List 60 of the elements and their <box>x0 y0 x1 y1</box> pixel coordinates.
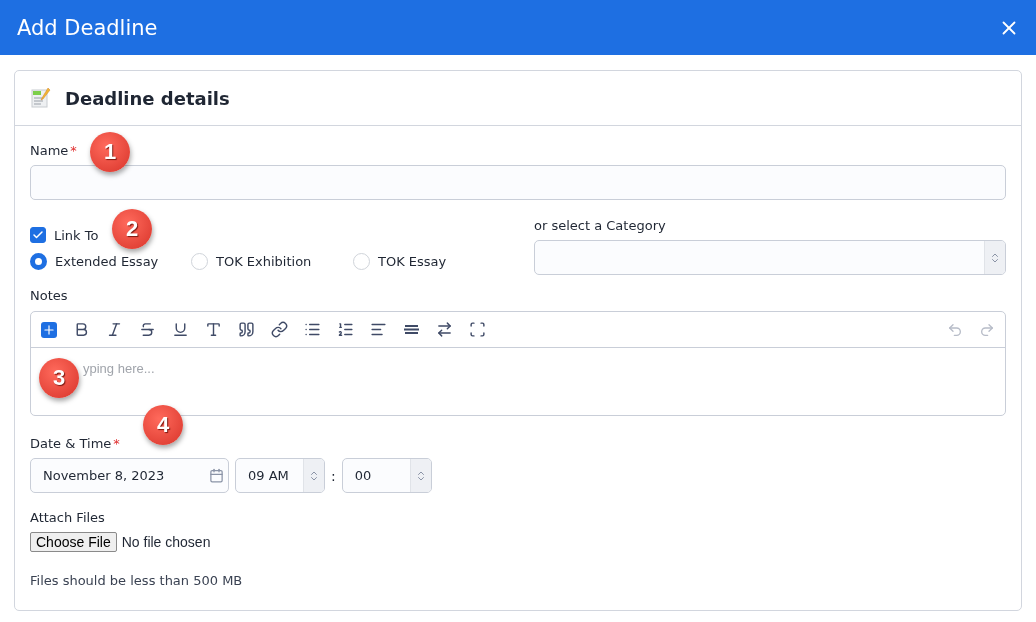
radio-label: Extended Essay <box>55 254 159 269</box>
text-size-icon <box>205 321 222 338</box>
toolbar-button[interactable] <box>106 321 123 338</box>
notepad-icon <box>31 87 51 109</box>
redo-icon <box>979 321 995 338</box>
field-label: Name* <box>30 143 77 158</box>
toolbar-button[interactable] <box>436 321 453 338</box>
callout-badge: 3 <box>39 358 79 398</box>
toolbar-button[interactable] <box>469 321 486 338</box>
date-field[interactable]: November 8, 2023 <box>30 458 229 493</box>
horizontal-rule-icon <box>403 325 420 334</box>
checkmark-icon <box>32 229 44 241</box>
strikethrough-icon <box>139 321 156 338</box>
quote-icon <box>238 321 255 338</box>
toolbar-button[interactable] <box>172 321 189 338</box>
italic-icon <box>106 321 123 338</box>
field-label: Date & Time* <box>30 436 120 451</box>
underline-icon <box>172 321 189 338</box>
toolbar-button[interactable] <box>271 321 288 338</box>
arrows-icon <box>436 321 453 338</box>
required-mark: * <box>113 436 120 451</box>
dialog-title: Add Deadline <box>17 15 158 40</box>
checkbox-label: Link To <box>54 227 99 243</box>
field-label: Attach Files <box>30 510 106 525</box>
minute-field[interactable]: 00 <box>341 458 432 493</box>
callout-badge: 4 <box>143 405 183 445</box>
fullscreen-icon <box>469 321 486 338</box>
field-label: Notes <box>30 288 69 303</box>
file-status: No file chosen <box>121 534 211 550</box>
toolbar-button[interactable] <box>337 321 354 338</box>
toolbar-button[interactable] <box>205 321 222 338</box>
notes-placeholder: yping here... <box>83 361 155 376</box>
align-icon <box>370 321 387 338</box>
field-label: or select a Category <box>534 218 667 233</box>
toolbar-button[interactable] <box>370 321 387 338</box>
calendar-icon <box>209 468 224 483</box>
stepper-icon <box>989 251 1001 264</box>
card-title: Deadline details <box>65 87 230 109</box>
radio-button[interactable] <box>30 253 47 270</box>
numbered-list-icon <box>337 321 354 338</box>
stepper-icon <box>308 469 320 482</box>
bullet-list-icon <box>304 321 321 338</box>
choose-file-button[interactable]: Choose File <box>30 532 117 552</box>
toolbar-button[interactable] <box>41 321 57 338</box>
required-mark: * <box>70 143 77 158</box>
link-icon <box>271 321 288 338</box>
name-input[interactable] <box>30 165 1006 200</box>
radio-label: TOK Exhibition <box>216 254 312 269</box>
toolbar-button[interactable] <box>139 321 156 338</box>
time-separator: : <box>331 467 336 484</box>
toolbar-button[interactable] <box>304 321 321 338</box>
radio-label: TOK Essay <box>378 254 447 269</box>
callout-badge: 2 <box>112 209 152 249</box>
file-size-hint: Files should be less than 500 MB <box>30 573 244 588</box>
insert-icon <box>42 322 56 337</box>
toolbar-button[interactable] <box>403 325 420 334</box>
link-checkbox[interactable] <box>30 227 46 243</box>
undo-icon <box>947 321 963 338</box>
toolbar-button[interactable] <box>238 321 255 338</box>
hour-field[interactable]: 09 AM <box>235 458 325 493</box>
